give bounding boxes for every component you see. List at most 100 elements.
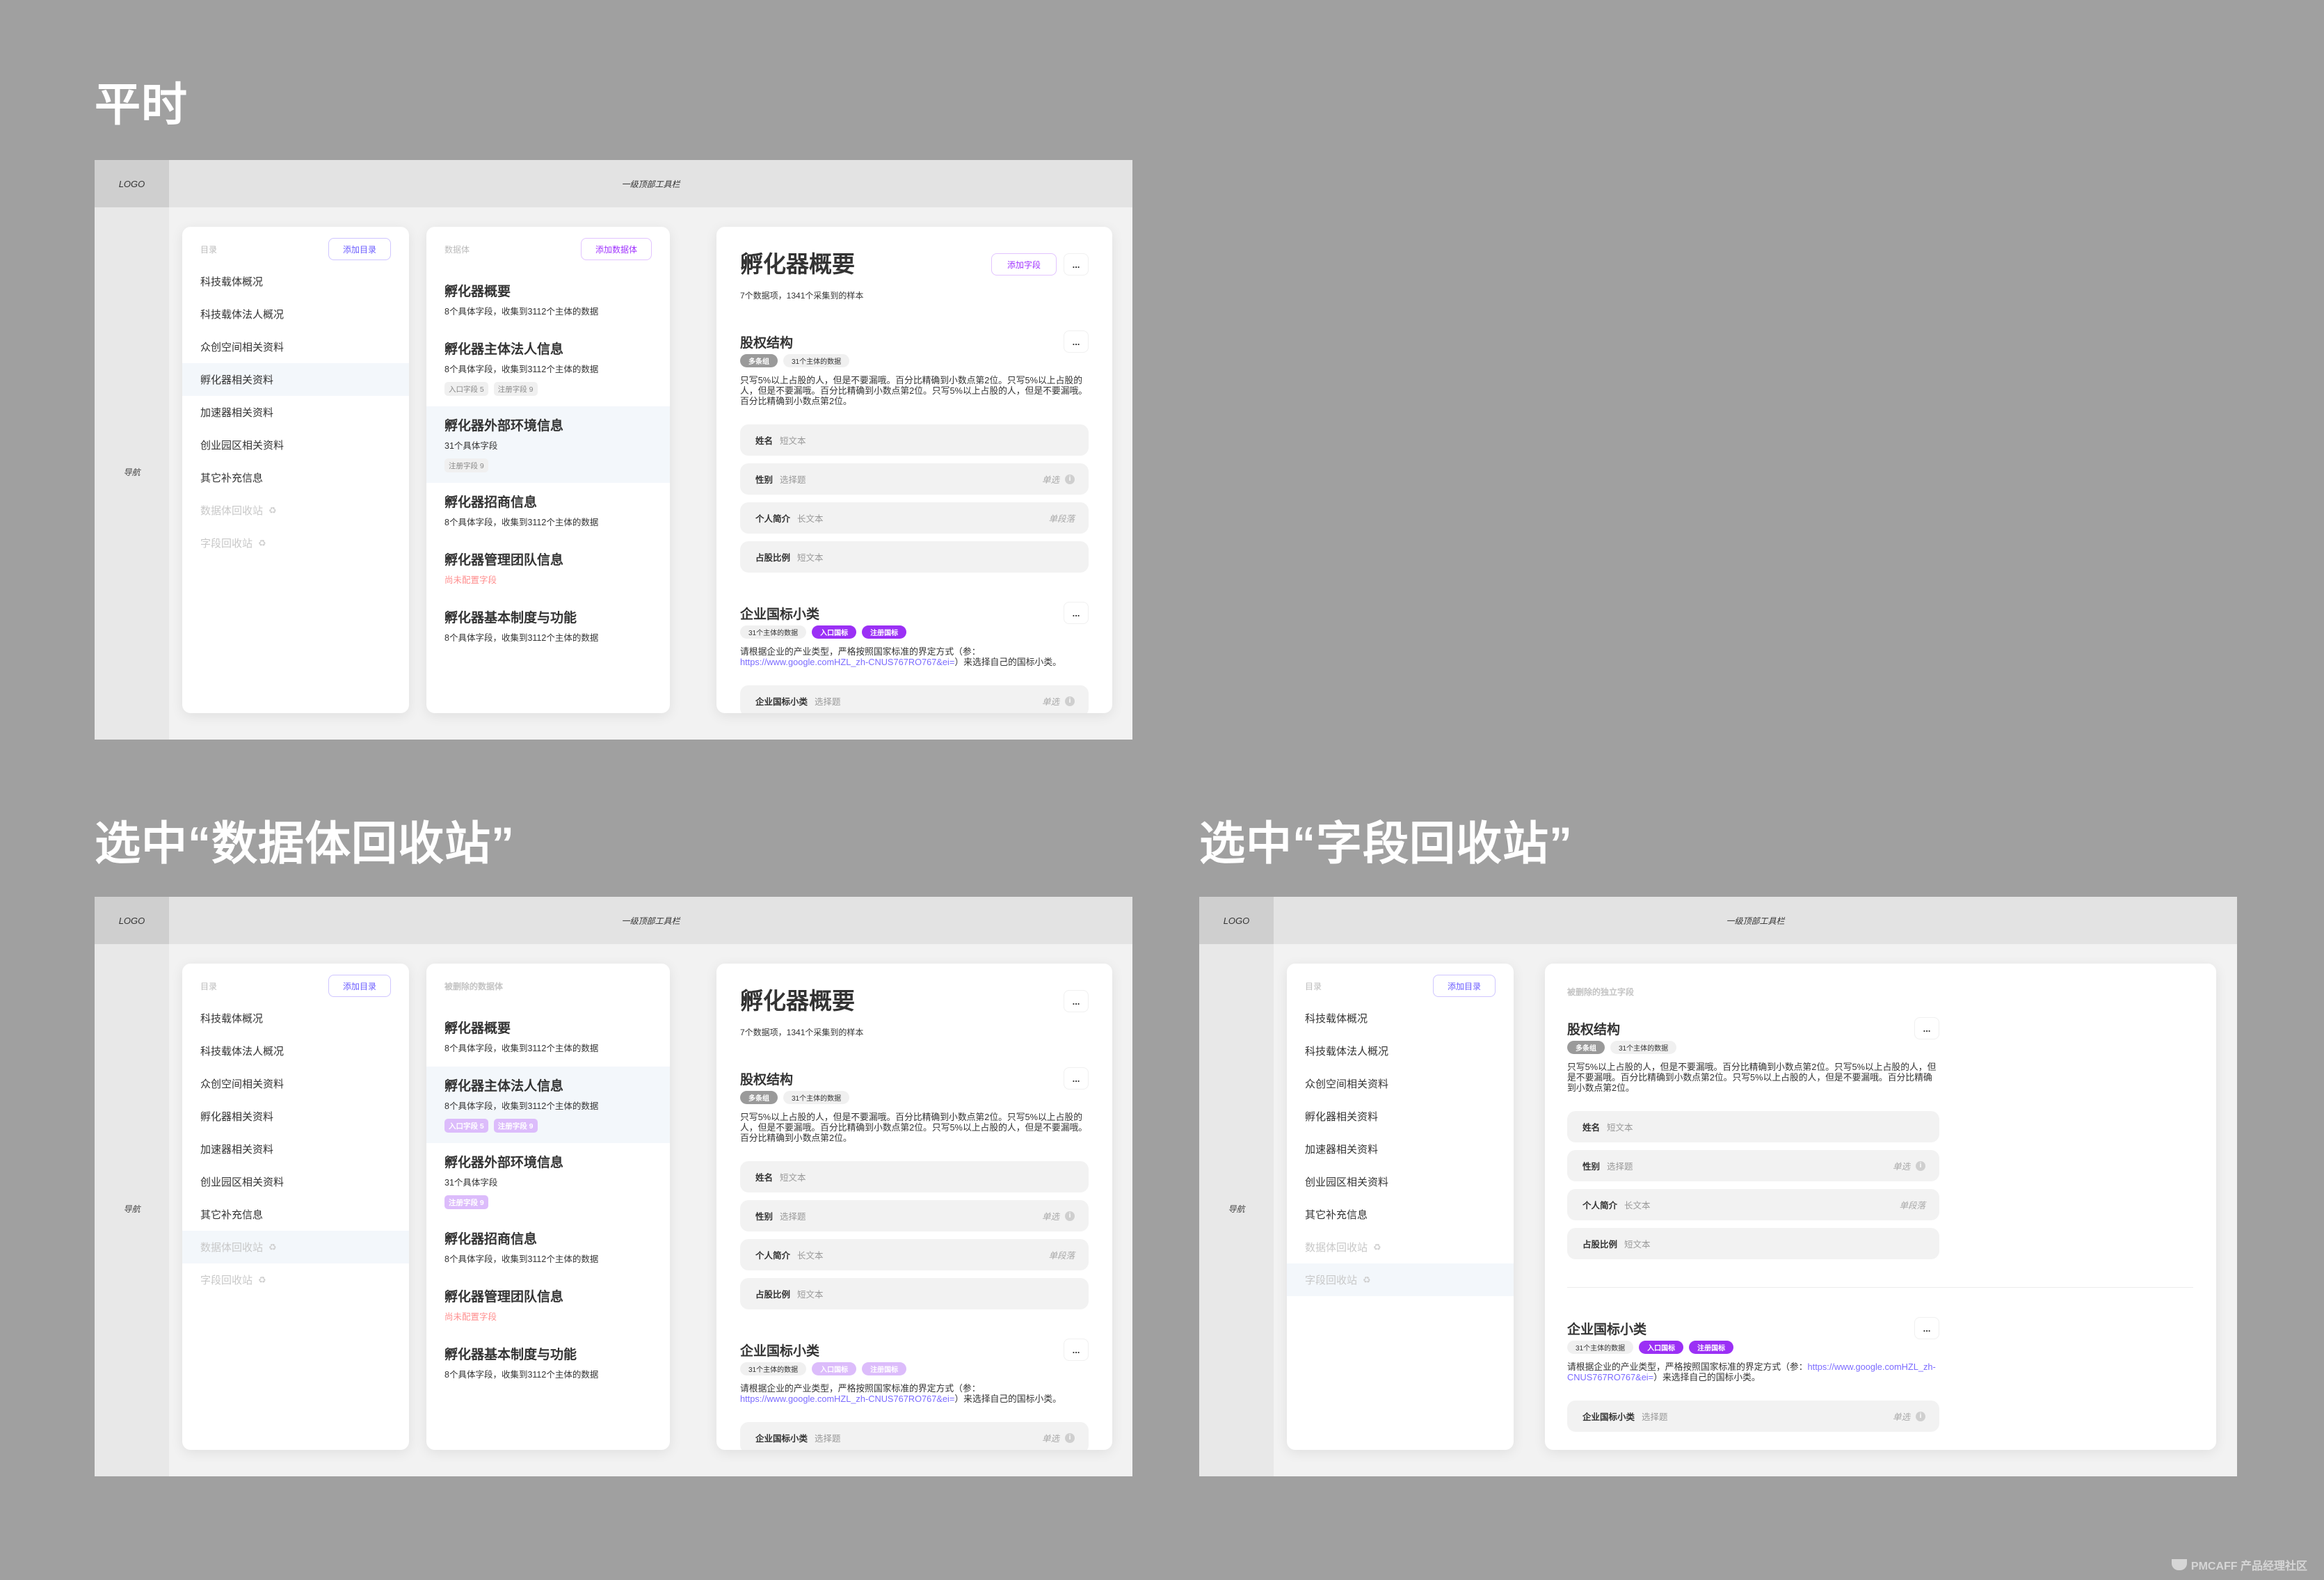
field-row[interactable]: 企业国标小类 选择题 单选 i [740,685,1089,713]
field-row[interactable]: 占股比例 短文本 [740,1278,1089,1309]
catalog-item[interactable]: 创业园区相关资料 [182,429,409,461]
section-more-button[interactable]: ... [1064,1339,1089,1361]
catalog-item[interactable]: 其它补充信息 [182,461,409,494]
catalog-item[interactable]: 加速器相关资料 [182,396,409,429]
catalog-item[interactable]: 众创空间相关资料 [1287,1067,1514,1100]
catalog-item[interactable]: 其它补充信息 [1287,1198,1514,1231]
dataset-recycle-bin[interactable]: 数据体回收站 ♻ [1287,1231,1514,1263]
add-catalog-button[interactable]: 添加目录 [328,975,391,997]
dataset-recycle-bin[interactable]: 数据体回收站 ♻ [182,494,409,527]
dataset-recycle-bin[interactable]: 数据体回收站 ♻ [182,1231,409,1263]
watermark-text: PMCAFF 产品经理社区 [2190,1561,2307,1572]
section-more-button[interactable]: ... [1914,1317,1939,1339]
screen-field-recycle: LOGO 一级顶部工具栏 导航 目录 添加目录 科技载体概况 科技载体法人概况 众创空间相关资… [1199,897,2237,1476]
field-row[interactable]: 姓名 短文本 [740,1161,1089,1192]
info-icon[interactable]: i [1065,696,1075,706]
dataset-item[interactable]: 孵化器主体法人信息 8个具体字段，收集到3112个主体的数据 入口字段 5 注册字段 … [426,1067,670,1143]
catalog-item[interactable]: 科技载体概况 [182,1002,409,1035]
detail-summary: 7个数据项，1341个采集到的样本 [740,1028,864,1037]
section-more-button[interactable]: ... [1064,330,1089,353]
section-more-button[interactable]: ... [1064,1067,1089,1090]
deleted-fields-card: 被删除的独立字段 股权结构... 多条组 31个主体的数据 只写5%以上占股的人，但是不… [1545,964,2216,1450]
catalog-item[interactable]: 科技载体法人概况 [1287,1035,1514,1067]
catalog-item[interactable]: 科技载体法人概况 [182,298,409,330]
field-row[interactable]: 姓名 短文本 [1567,1111,1939,1142]
section-more-button[interactable]: ... [1914,1017,1939,1039]
description-text: ）来选择自己的国标小类。 [1653,1372,1761,1382]
badge: 多条组 [740,354,778,367]
dataset-item[interactable]: 孵化器概要 8个具体字段，收集到3112个主体的数据 [426,272,670,330]
side-nav: 导航 [95,207,169,740]
catalog-header: 目录 添加目录 [1305,975,1496,997]
info-icon[interactable]: i [1065,474,1075,484]
field-row[interactable]: 占股比例 短文本 [740,541,1089,573]
description-text: 请根据企业的产业类型，严格按照国家标准的界定方式（参： [740,646,981,657]
catalog-item[interactable]: 创业园区相关资料 [1287,1165,1514,1198]
field-row[interactable]: 个人简介 长文本 单段落 [740,502,1089,534]
dataset-tag: 入口字段 5 [444,382,488,396]
catalog-item[interactable]: 科技载体概况 [1287,1002,1514,1035]
catalog-item[interactable]: 加速器相关资料 [182,1133,409,1165]
section-more-button[interactable]: ... [1064,602,1089,624]
field-row[interactable]: 个人简介 长文本 单段落 [740,1239,1089,1270]
dataset-item[interactable]: 孵化器基本制度与功能 8个具体字段，收集到3112个主体的数据 [426,598,670,656]
add-dataset-button[interactable]: 添加数据体 [580,238,652,260]
add-catalog-button[interactable]: 添加目录 [328,238,391,260]
reference-link[interactable]: https://www.google.comHZL_zh-CNUS767RO76… [740,657,954,667]
field-recycle-bin[interactable]: 字段回收站 ♻ [182,1263,409,1296]
more-button[interactable]: ... [1064,253,1089,276]
add-field-button[interactable]: 添加字段 [991,253,1057,276]
dataset-item[interactable]: 孵化器外部环境信息 31个具体字段 注册字段 9 [426,1143,670,1220]
catalog-item[interactable]: 加速器相关资料 [1287,1133,1514,1165]
section-description: 只写5%以上占股的人，但是不要漏哦。百分比精确到小数点第2位。只写5%以上占股的… [740,375,1089,406]
info-icon[interactable]: i [1916,1160,1925,1171]
field-row[interactable]: 性别 选择题 单选 i [740,463,1089,495]
field-row[interactable]: 企业国标小类 选择题 单选 i [740,1422,1089,1450]
catalog-item[interactable]: 科技载体法人概况 [182,1035,409,1067]
field-row[interactable]: 姓名 短文本 [740,424,1089,456]
field-recycle-bin[interactable]: 字段回收站 ♻ [182,527,409,559]
nav-label: 导航 [1228,1204,1245,1214]
catalog-card: 目录 添加目录 科技载体概况 科技载体法人概况 众创空间相关资料 孵化器相关资料 加速器相关… [182,227,409,713]
dataset-item[interactable]: 孵化器招商信息 8个具体字段，收集到3112个主体的数据 [426,1220,670,1277]
field-row[interactable]: 占股比例 短文本 [1567,1228,1939,1259]
side-nav: 导航 [1199,944,1274,1476]
dataset-item[interactable]: 孵化器概要 8个具体字段，收集到3112个主体的数据 [426,1009,670,1067]
catalog-item[interactable]: 众创空间相关资料 [182,1067,409,1100]
dataset-item[interactable]: 孵化器招商信息 8个具体字段，收集到3112个主体的数据 [426,483,670,541]
dataset-item[interactable]: 孵化器基本制度与功能 8个具体字段，收集到3112个主体的数据 [426,1335,670,1393]
field-mode: 单段落 [1899,1201,1925,1211]
dataset-item[interactable]: 孵化器管理团队信息 尚未配置字段 [426,1277,670,1335]
reference-link[interactable]: https://www.google.comHZL_zh-CNUS767RO76… [740,1394,954,1404]
info-icon[interactable]: i [1065,1433,1075,1443]
field-section: 股权结构... 多条组 31个主体的数据 只写5%以上占股的人，但是不要漏哦。百分比精… [1567,1017,1939,1259]
add-catalog-button[interactable]: 添加目录 [1432,975,1496,997]
catalog-item[interactable]: 孵化器相关资料 [182,1100,409,1133]
catalog-label: 目录 [200,981,218,991]
recycle-icon: ♻ [1363,1274,1371,1285]
field-row[interactable]: 企业国标小类 选择题 单选 i [1567,1401,1939,1432]
info-icon[interactable]: i [1065,1211,1075,1221]
catalog-item[interactable]: 科技载体概况 [182,265,409,298]
catalog-item[interactable]: 孵化器相关资料 [1287,1100,1514,1133]
dataset-tag: 注册字段 9 [444,1195,488,1209]
more-button[interactable]: ... [1064,990,1089,1012]
field-row[interactable]: 性别 选择题 单选 i [740,1200,1089,1231]
dataset-subtitle: 8个具体字段，收集到3112个主体的数据 [444,518,599,527]
dataset-item[interactable]: 孵化器管理团队信息 尚未配置字段 [426,541,670,598]
catalog-item[interactable]: 孵化器相关资料 [182,363,409,396]
catalog-item[interactable]: 众创空间相关资料 [182,330,409,363]
dataset-item[interactable]: 孵化器外部环境信息 31个具体字段 注册字段 9 [426,406,670,483]
dataset-item[interactable]: 孵化器主体法人信息 8个具体字段，收集到3112个主体的数据 入口字段 5 注册字段 … [426,330,670,406]
info-icon[interactable]: i [1916,1411,1925,1421]
dataset-subtitle: 8个具体字段，收集到3112个主体的数据 [444,1370,599,1380]
field-row[interactable]: 性别 选择题 单选 i [1567,1150,1939,1181]
catalog-item[interactable]: 其它补充信息 [182,1198,409,1231]
field-mode: 单段落 [1048,514,1075,524]
dataset-title: 孵化器基本制度与功能 [444,1348,577,1362]
dataset-title: 孵化器外部环境信息 [444,419,564,433]
catalog-item[interactable]: 创业园区相关资料 [182,1165,409,1198]
dataset-title: 孵化器主体法人信息 [444,342,564,357]
field-row[interactable]: 个人简介 长文本 单段落 [1567,1189,1939,1220]
field-recycle-bin[interactable]: 字段回收站 ♻ [1287,1263,1514,1296]
